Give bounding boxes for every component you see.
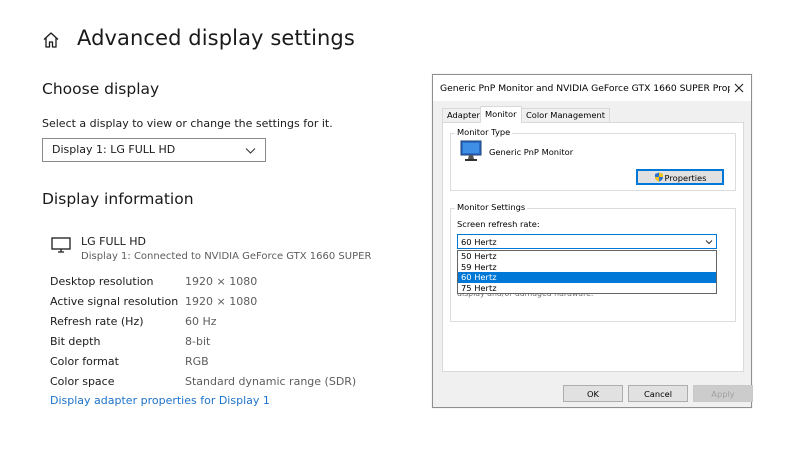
monitor-type-group-title: Monitor Type <box>455 127 513 137</box>
monitor-connection-info: Display 1: Connected to NVIDIA GeForce G… <box>81 251 372 262</box>
monitor-icon <box>51 237 71 253</box>
ok-button[interactable]: OK <box>563 385 623 402</box>
info-value-refresh-rate: 60 Hz <box>185 315 217 328</box>
tab-monitor[interactable]: Monitor <box>480 106 522 123</box>
monitor-icon <box>460 140 482 161</box>
monitor-type-name: Generic PnP Monitor <box>489 147 574 157</box>
refresh-rate-label: Screen refresh rate: <box>457 219 540 229</box>
display-select-value: Display 1: LG FULL HD <box>52 143 176 156</box>
cancel-button[interactable]: Cancel <box>628 385 688 402</box>
info-label-color-space: Color space <box>50 375 115 388</box>
refresh-option-75[interactable]: 75 Hertz <box>458 283 716 294</box>
refresh-rate-options-list: 50 Hertz 59 Hertz 60 Hertz 75 Hertz <box>457 250 717 294</box>
dialog-title: Generic PnP Monitor and NVIDIA GeForce G… <box>440 83 730 94</box>
close-icon[interactable] <box>731 80 747 96</box>
refresh-rate-select[interactable]: 60 Hertz <box>457 234 717 249</box>
dialog-titlebar[interactable]: Generic PnP Monitor and NVIDIA GeForce G… <box>433 75 751 101</box>
shield-icon <box>654 172 663 182</box>
monitor-name: LG FULL HD <box>81 235 147 248</box>
display-select-dropdown[interactable]: Display 1: LG FULL HD <box>42 138 266 162</box>
refresh-option-59[interactable]: 59 Hertz <box>458 262 716 273</box>
info-label-desktop-resolution: Desktop resolution <box>50 275 154 288</box>
info-value-color-format: RGB <box>185 355 209 368</box>
tab-color-management[interactable]: Color Management <box>521 108 610 122</box>
apply-button[interactable]: Apply <box>693 385 753 402</box>
info-label-bit-depth: Bit depth <box>50 335 101 348</box>
refresh-option-60[interactable]: 60 Hertz <box>458 272 716 283</box>
properties-button-label: Properties <box>664 173 707 183</box>
chevron-down-icon <box>705 240 713 245</box>
info-value-color-space: Standard dynamic range (SDR) <box>185 375 357 388</box>
info-label-refresh-rate: Refresh rate (Hz) <box>50 315 144 328</box>
info-value-desktop-resolution: 1920 × 1080 <box>185 275 258 288</box>
display-adapter-properties-link[interactable]: Display adapter properties for Display 1 <box>50 394 270 407</box>
info-value-bit-depth: 8-bit <box>185 335 211 348</box>
refresh-option-50[interactable]: 50 Hertz <box>458 251 716 262</box>
chevron-down-icon <box>245 148 256 154</box>
refresh-rate-value: 60 Hertz <box>461 237 497 247</box>
properties-button[interactable]: Properties <box>636 169 724 185</box>
choose-display-heading: Choose display <box>42 80 160 98</box>
info-value-active-signal-resolution: 1920 × 1080 <box>185 295 258 308</box>
tab-adapter[interactable]: Adapter <box>442 108 485 122</box>
home-icon[interactable] <box>42 31 60 49</box>
monitor-settings-group-title: Monitor Settings <box>455 202 528 212</box>
select-display-description: Select a display to view or change the s… <box>42 117 333 130</box>
info-label-active-signal-resolution: Active signal resolution <box>50 295 179 308</box>
monitor-properties-dialog: Generic PnP Monitor and NVIDIA GeForce G… <box>432 74 753 408</box>
page-title: Advanced display settings <box>77 26 355 50</box>
display-information-heading: Display information <box>42 190 194 208</box>
info-label-color-format: Color format <box>50 355 119 368</box>
